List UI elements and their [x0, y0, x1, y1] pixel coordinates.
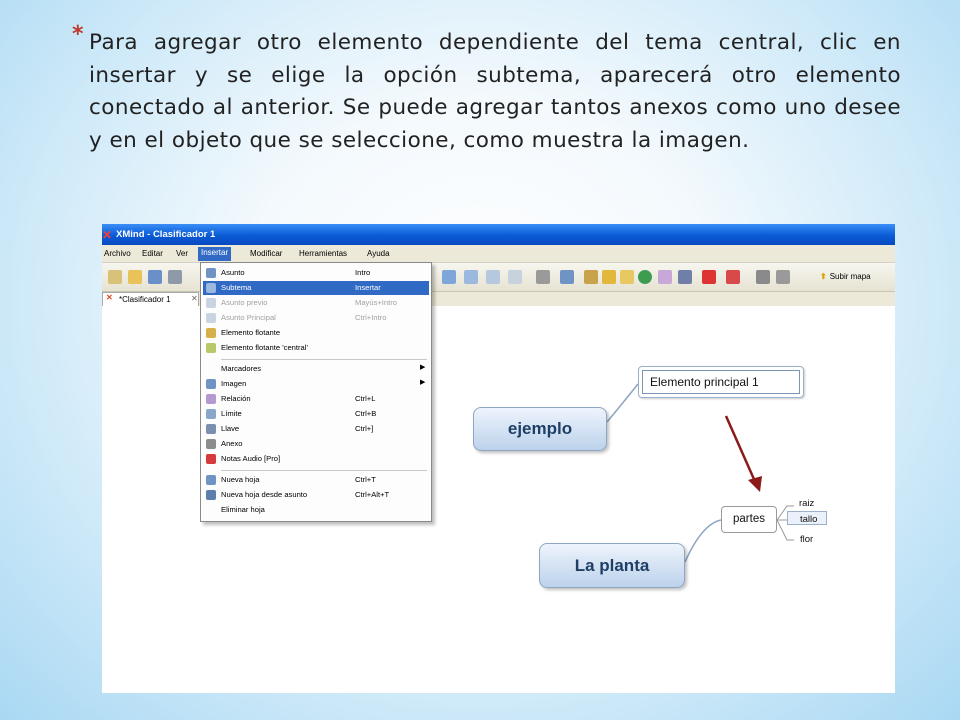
main-topic-icon: [206, 313, 216, 323]
summary-icon: [206, 424, 216, 434]
xmind-screenshot: ✕ XMind - Clasificador 1 Archivo Editar …: [102, 224, 895, 693]
attachment-icon: [206, 439, 216, 449]
topic-icon: [206, 268, 216, 278]
menu-item-relacion[interactable]: Relación Ctrl+L: [203, 392, 429, 406]
menu-item-nueva-hoja-desde-asunto[interactable]: Nueva hoja desde asunto Ctrl+Alt+T: [203, 488, 429, 502]
menu-item-label: Imagen: [221, 379, 247, 388]
menu-item-shortcut: Ctrl+T: [355, 475, 376, 484]
central-topic-la-planta[interactable]: La planta: [539, 543, 685, 588]
submenu-arrow-icon: ▶: [420, 364, 426, 371]
menu-item-limite[interactable]: Límite Ctrl+B: [203, 407, 429, 421]
leaf-raiz[interactable]: raiz: [799, 498, 814, 509]
menu-item-asunto[interactable]: Asunto Intro: [203, 266, 429, 280]
menu-item-label: Asunto Principal: [221, 313, 276, 322]
menu-item-label: Nueva hoja desde asunto: [221, 490, 308, 499]
insertar-dropdown-menu: Asunto Intro Subtema Insertar Asunto pre…: [200, 262, 432, 522]
menu-item-asunto-previo[interactable]: Asunto previo Mayús+Intro: [203, 296, 429, 310]
boundary-icon: [206, 409, 216, 419]
menu-item-shortcut: Mayús+Intro: [355, 298, 397, 307]
menu-item-label: Llave: [221, 424, 240, 433]
menu-separator: [221, 470, 427, 471]
new-sheet-icon: [206, 475, 216, 485]
menu-item-label: Límite: [221, 409, 242, 418]
leaf-tallo[interactable]: tallo: [800, 514, 817, 525]
menu-item-label: Subtema: [221, 283, 252, 292]
red-arrow-line: [724, 415, 759, 487]
menu-item-eliminar-hoja[interactable]: Eliminar hoja: [203, 503, 429, 517]
menu-item-label: Anexo: [221, 439, 243, 448]
menu-item-shortcut: Ctrl+B: [355, 409, 377, 418]
image-icon: [206, 379, 216, 389]
menu-item-nueva-hoja[interactable]: Nueva hoja Ctrl+T: [203, 473, 429, 487]
subtopic-partes[interactable]: partes: [721, 506, 777, 533]
menu-item-shortcut: Intro: [355, 268, 371, 277]
menu-item-marcadores[interactable]: Marcadores ▶: [203, 362, 429, 376]
menu-item-llave[interactable]: Llave Ctrl+]: [203, 422, 429, 436]
floating-topic-icon: [206, 328, 216, 338]
menu-item-label: Nueva hoja: [221, 475, 260, 484]
menu-item-shortcut: Insertar: [355, 283, 381, 292]
connector-planta-partes: [684, 519, 722, 563]
new-sheet-from-topic-icon: [206, 490, 216, 500]
leaf-flor[interactable]: flor: [800, 534, 813, 545]
central-topic-ejemplo[interactable]: ejemplo: [473, 407, 607, 451]
slide-paragraph: Para agregar otro elemento dependiente d…: [89, 30, 901, 153]
main-topic-label: Elemento principal 1: [642, 370, 800, 394]
menu-item-shortcut: Ctrl+Intro: [355, 313, 387, 322]
relation-icon: [206, 394, 216, 404]
menu-item-label: Eliminar hoja: [221, 505, 265, 514]
menu-item-imagen[interactable]: Imagen ▶: [203, 377, 429, 391]
menu-item-label: Marcadores: [221, 364, 262, 373]
menu-item-elemento-flotante-central[interactable]: Elemento flotante 'central': [203, 341, 429, 355]
submenu-arrow-icon: ▶: [420, 379, 426, 386]
menu-item-shortcut: Ctrl+Alt+T: [355, 490, 390, 499]
menu-item-label: Asunto: [221, 268, 245, 277]
menu-item-shortcut: Ctrl+L: [355, 394, 376, 403]
menu-item-label: Relación: [221, 394, 251, 403]
menu-item-notas-audio[interactable]: Notas Audio [Pro]: [203, 452, 429, 466]
connector-ejemplo-elemento: [606, 383, 639, 423]
menu-item-label: Elemento flotante: [221, 328, 281, 337]
menu-item-label: Asunto previo: [221, 298, 268, 307]
menu-item-shortcut: Ctrl+]: [355, 424, 374, 433]
menu-separator: [221, 359, 427, 360]
audio-notes-icon: [206, 454, 216, 464]
floating-central-icon: [206, 343, 216, 353]
menu-item-anexo[interactable]: Anexo: [203, 437, 429, 451]
red-arrow-head: [748, 476, 762, 492]
menu-item-label: Notas Audio [Pro]: [221, 454, 281, 463]
menu-item-label: Elemento flotante 'central': [221, 343, 308, 352]
menu-item-subtema[interactable]: Subtema Insertar: [203, 281, 429, 295]
menu-item-asunto-principal[interactable]: Asunto Principal Ctrl+Intro: [203, 311, 429, 325]
menu-item-elemento-flotante[interactable]: Elemento flotante: [203, 326, 429, 340]
prev-topic-icon: [206, 298, 216, 308]
main-topic-elemento[interactable]: Elemento principal 1: [638, 366, 804, 398]
subtopic-icon: [206, 283, 216, 293]
bullet-asterisk: *: [72, 22, 84, 47]
